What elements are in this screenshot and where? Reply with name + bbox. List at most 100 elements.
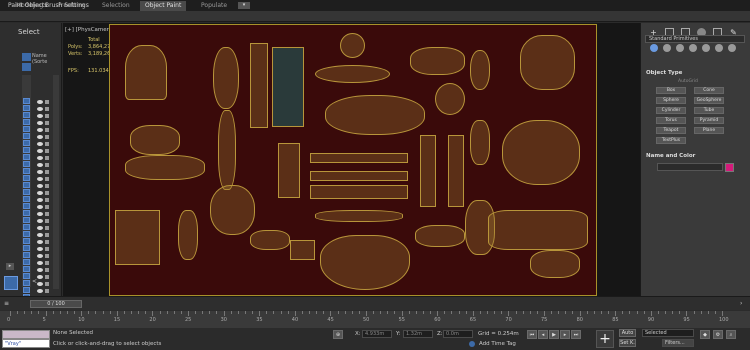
freeze-toggle-icon[interactable]: [45, 212, 49, 216]
ornament[interactable]: [272, 47, 304, 127]
visibility-eye-icon[interactable]: [37, 198, 43, 202]
freeze-toggle-icon[interactable]: [45, 170, 49, 174]
visibility-eye-icon[interactable]: [37, 184, 43, 188]
explorer-tool-icon[interactable]: [23, 224, 30, 230]
ornament[interactable]: [410, 47, 465, 75]
freeze-toggle-icon[interactable]: [45, 233, 49, 237]
auto-key-button[interactable]: Auto: [619, 329, 636, 337]
lights-icon[interactable]: [676, 44, 684, 52]
explorer-tool-icon[interactable]: [23, 266, 30, 272]
ornament[interactable]: [502, 120, 580, 185]
ornament[interactable]: [435, 83, 465, 115]
primitive-button-sphere[interactable]: Sphere: [656, 97, 686, 104]
explorer-tool-icon[interactable]: [23, 147, 30, 153]
object-color-swatch[interactable]: [725, 163, 734, 172]
explorer-tool-icon[interactable]: [23, 112, 30, 118]
explorer-tool-icon[interactable]: [23, 287, 30, 293]
lock-icon[interactable]: ⊕: [333, 330, 343, 339]
explorer-tool-icon[interactable]: [23, 119, 30, 125]
render-area[interactable]: [109, 24, 597, 296]
visibility-eye-icon[interactable]: [37, 226, 43, 230]
ornament[interactable]: [448, 135, 464, 207]
explorer-tool-icon[interactable]: [23, 238, 30, 244]
visibility-eye-icon[interactable]: [37, 205, 43, 209]
ornament[interactable]: [315, 210, 403, 222]
explorer-tool-icon[interactable]: [23, 231, 30, 237]
visibility-eye-icon[interactable]: [37, 163, 43, 167]
freeze-toggle-icon[interactable]: [45, 184, 49, 188]
geometry-icon[interactable]: [650, 44, 658, 52]
primitive-button-teapot[interactable]: Teapot: [656, 127, 686, 134]
go-to-start-icon[interactable]: ⏮: [527, 330, 537, 339]
explorer-tool-icon[interactable]: [23, 280, 30, 286]
visibility-eye-icon[interactable]: [37, 149, 43, 153]
ornament[interactable]: [310, 171, 408, 181]
visibility-eye-icon[interactable]: [37, 128, 43, 132]
visibility-eye-icon[interactable]: [37, 254, 43, 258]
explorer-tool-icon[interactable]: [23, 189, 30, 195]
column-header[interactable]: Name (Sorte: [32, 53, 61, 65]
explorer-tool-icon[interactable]: [23, 203, 30, 209]
brush-settings-button[interactable]: Brush Settings: [45, 2, 89, 9]
visibility-eye-icon[interactable]: [37, 247, 43, 251]
freeze-toggle-icon[interactable]: [45, 100, 49, 104]
ornament[interactable]: [315, 65, 390, 83]
freeze-toggle-icon[interactable]: [45, 163, 49, 167]
tab-object-paint[interactable]: Object Paint: [140, 1, 187, 11]
set-key-button[interactable]: Set K.: [619, 339, 636, 347]
primitive-button-torus[interactable]: Torus: [656, 117, 686, 124]
freeze-toggle-icon[interactable]: [45, 261, 49, 265]
explorer-tool-icon[interactable]: [23, 133, 30, 139]
ornament[interactable]: [115, 210, 160, 265]
freeze-toggle-icon[interactable]: [45, 219, 49, 223]
primitive-button-box[interactable]: Box: [656, 87, 686, 94]
visibility-eye-icon[interactable]: [37, 233, 43, 237]
next-frame-icon[interactable]: ›: [740, 300, 742, 307]
freeze-toggle-icon[interactable]: [45, 142, 49, 146]
explorer-tool-icon[interactable]: [23, 210, 30, 216]
maxscript-output[interactable]: "Vray": [2, 339, 50, 348]
explorer-tool-icon[interactable]: [23, 273, 30, 279]
freeze-toggle-icon[interactable]: [45, 254, 49, 258]
explorer-tool-icon[interactable]: [23, 252, 30, 258]
add-time-tag-button[interactable]: Add Time Tag: [479, 341, 516, 347]
primitives-dropdown[interactable]: Standard Primitives: [645, 35, 745, 43]
ornament[interactable]: [470, 50, 490, 90]
ornament[interactable]: [520, 35, 575, 90]
visibility-eye-icon[interactable]: [37, 142, 43, 146]
filters-button[interactable]: Filters...: [662, 339, 694, 347]
freeze-toggle-icon[interactable]: [45, 107, 49, 111]
ornament[interactable]: [290, 240, 315, 260]
tab-populate[interactable]: Populate: [201, 2, 227, 9]
object-name-field[interactable]: [657, 163, 723, 171]
explorer-tool-icon[interactable]: [23, 154, 30, 160]
explorer-nav[interactable]: <: [32, 278, 37, 285]
ornament[interactable]: [310, 153, 408, 163]
explorer-tool-icon[interactable]: [23, 140, 30, 146]
key-mode-icon[interactable]: ◆: [700, 330, 710, 339]
ornament[interactable]: [488, 210, 588, 250]
play-icon[interactable]: ▶: [549, 330, 559, 339]
prev-frame-icon[interactable]: ◂: [538, 330, 548, 339]
spacewarps-icon[interactable]: [715, 44, 723, 52]
ornament[interactable]: [325, 95, 425, 135]
explorer-tool-icon[interactable]: [23, 217, 30, 223]
freeze-toggle-icon[interactable]: [45, 268, 49, 272]
time-slider[interactable]: 0 / 100: [30, 300, 82, 308]
ornament[interactable]: [125, 155, 205, 180]
ornament[interactable]: [210, 185, 255, 235]
zoom-icon[interactable]: ⌕: [726, 330, 736, 339]
visibility-eye-icon[interactable]: [37, 100, 43, 104]
systems-icon[interactable]: [728, 44, 736, 52]
ornament[interactable]: [470, 120, 490, 165]
next-frame-button-icon[interactable]: ▸: [560, 330, 570, 339]
explorer-scrollbar[interactable]: [53, 75, 59, 289]
freeze-toggle-icon[interactable]: [45, 205, 49, 209]
primitive-button-geosphere[interactable]: GeoSphere: [694, 97, 724, 104]
ornament[interactable]: [340, 33, 365, 58]
visibility-eye-icon[interactable]: [37, 261, 43, 265]
ornament[interactable]: [213, 47, 239, 109]
z-field[interactable]: 0.0m: [443, 330, 473, 338]
layer-explorer-icon[interactable]: [4, 276, 18, 290]
visibility-eye-icon[interactable]: [37, 212, 43, 216]
